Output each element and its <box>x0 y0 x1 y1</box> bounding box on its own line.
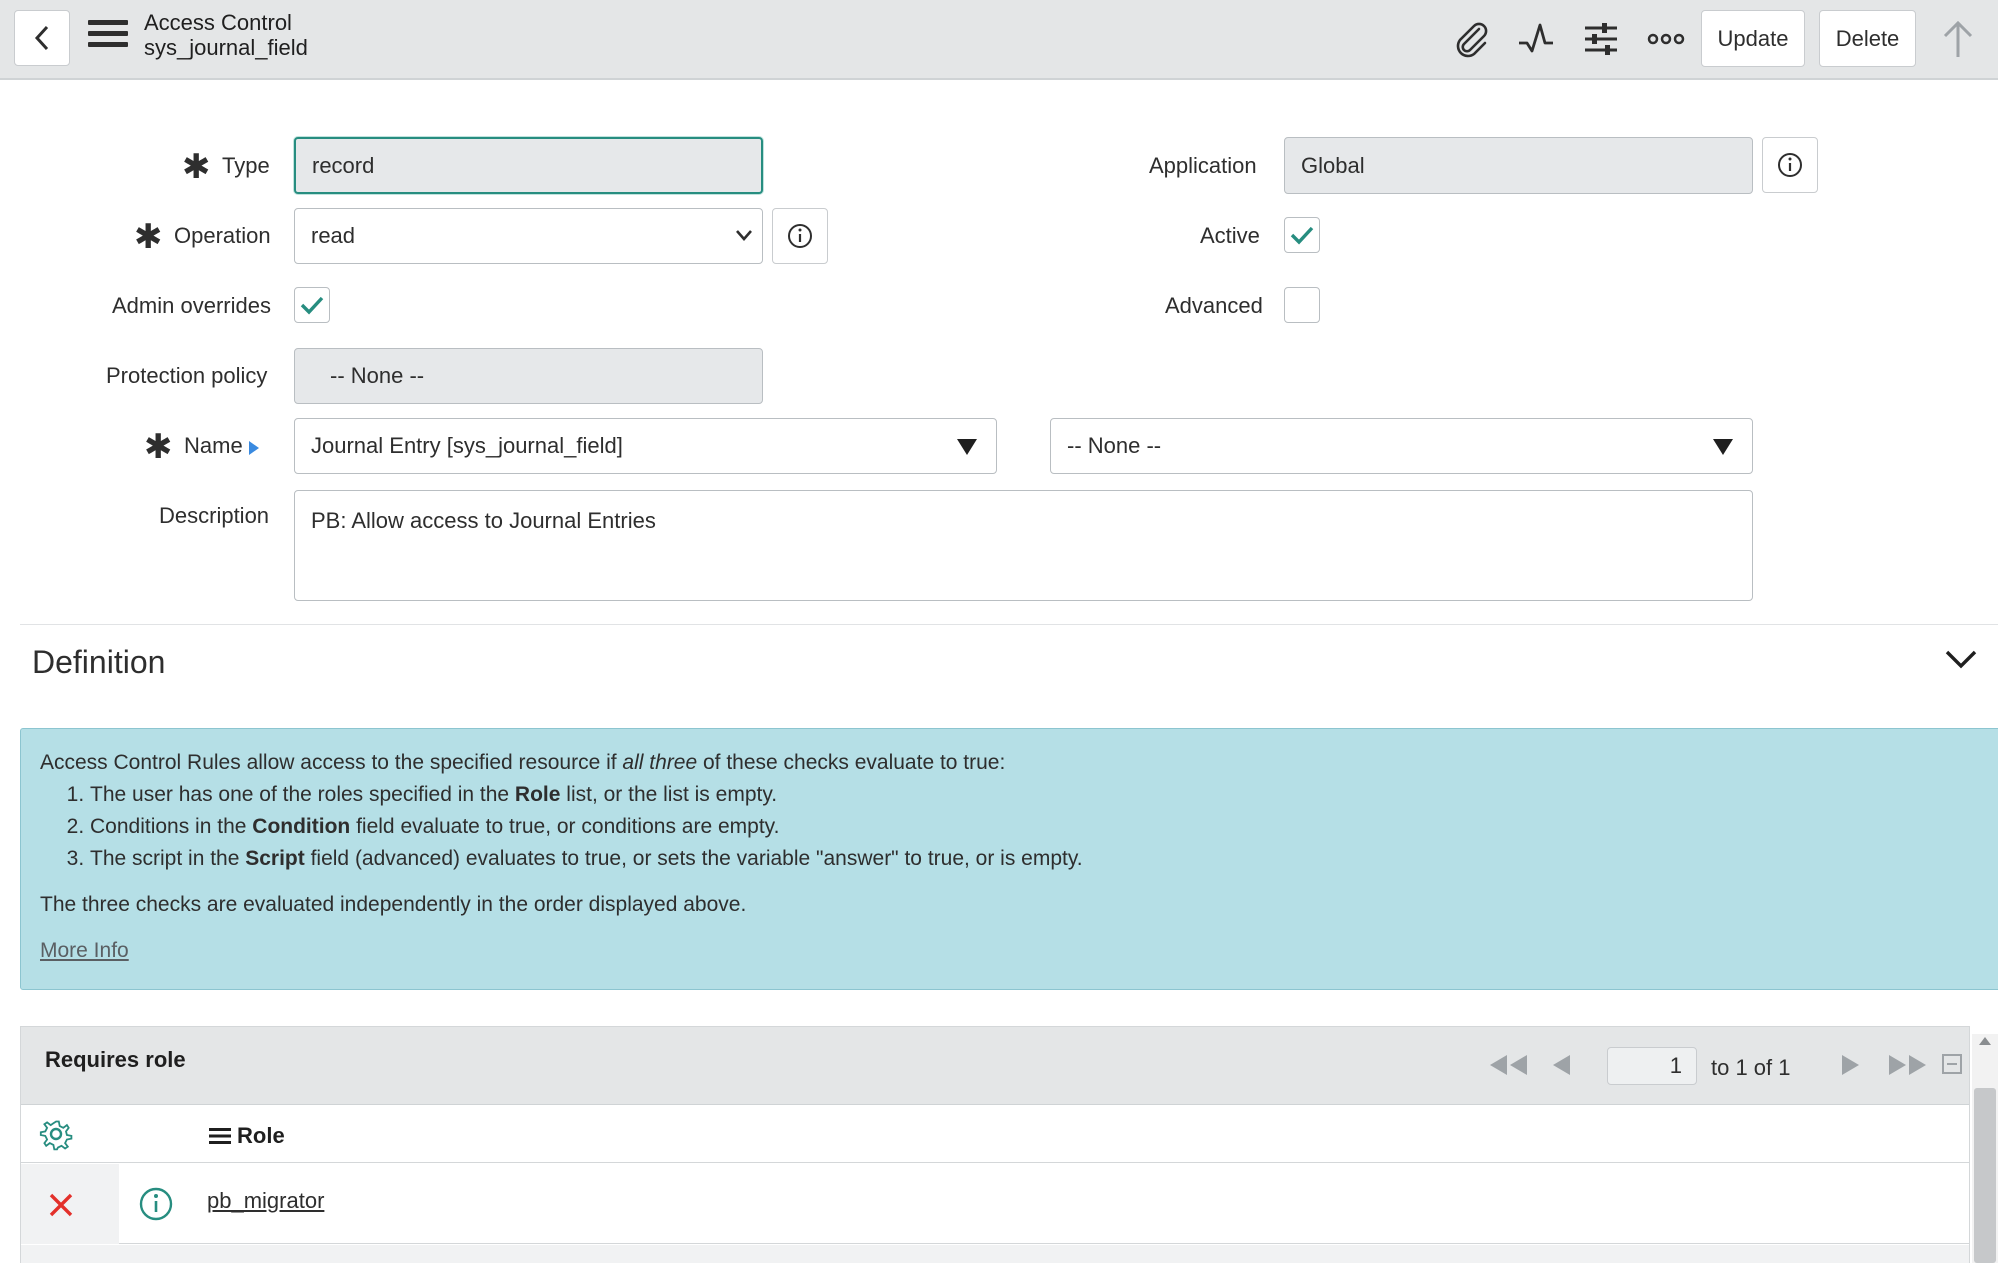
list-footer <box>21 1245 1969 1263</box>
definition-section-title: Definition <box>32 644 166 680</box>
required-indicator: ✱ <box>182 148 211 186</box>
application-label: Application <box>1149 153 1257 178</box>
checkmark-icon <box>300 296 324 315</box>
dropdown-arrow-icon <box>1713 439 1733 455</box>
protection-policy-field: -- None -- <box>294 348 763 404</box>
dropdown-arrow-icon <box>957 439 977 455</box>
admin-overrides-checkbox[interactable] <box>294 287 330 323</box>
more-info-link[interactable]: More Info <box>40 935 1990 967</box>
active-label: Active <box>1200 223 1260 248</box>
form-subtitle: sys_journal_field <box>144 35 308 60</box>
more-options-icon[interactable] <box>1643 16 1689 62</box>
operation-select[interactable]: read <box>294 208 763 264</box>
role-column-header[interactable]: Role <box>209 1123 285 1149</box>
first-page-icon[interactable] <box>1487 1053 1531 1077</box>
requires-role-list: Requires role 1 to 1 of 1 Role pb_migrat… <box>20 1026 1970 1263</box>
chevron-down-icon <box>736 230 752 241</box>
previous-page-icon[interactable] <box>1551 1053 1573 1077</box>
operation-label: Operation <box>174 223 271 248</box>
advanced-checkbox[interactable] <box>1284 287 1320 323</box>
advanced-label: Advanced <box>1165 293 1263 318</box>
help-checks-list: The user has one of the roles specified … <box>90 779 1990 875</box>
operation-info-button[interactable] <box>772 208 828 264</box>
acl-help-box: Access Control Rules allow access to the… <box>20 728 1998 990</box>
info-icon <box>1778 153 1802 177</box>
required-indicator: ✱ <box>144 428 173 466</box>
arrow-up-icon[interactable] <box>1935 16 1981 62</box>
activity-pulse-icon[interactable] <box>1513 16 1559 62</box>
last-page-icon[interactable] <box>1885 1053 1929 1077</box>
attachment-icon[interactable] <box>1448 16 1494 62</box>
application-field: Global <box>1284 137 1753 194</box>
role-link[interactable]: pb_migrator <box>207 1188 324 1214</box>
hamburger-menu-icon[interactable] <box>88 20 128 56</box>
name-table-value: Journal Entry [sys_journal_field] <box>311 433 623 458</box>
protection-policy-label: Protection policy <box>106 363 268 388</box>
chevron-left-icon <box>34 25 49 51</box>
description-textarea[interactable]: PB: Allow access to Journal Entries <box>294 490 1753 601</box>
row-info-icon[interactable] <box>138 1186 174 1227</box>
page-number-input[interactable]: 1 <box>1607 1047 1697 1085</box>
active-checkbox[interactable] <box>1284 217 1320 253</box>
chevron-down-icon[interactable] <box>1944 648 1978 670</box>
delete-button[interactable]: Delete <box>1819 10 1916 67</box>
gear-icon[interactable] <box>39 1117 73 1156</box>
form-title: Access Control <box>144 10 292 35</box>
form-header: Access Control sys_journal_field Update … <box>0 0 1998 80</box>
admin-overrides-label: Admin overrides <box>112 293 271 318</box>
next-page-icon[interactable] <box>1839 1053 1861 1077</box>
collapse-list-icon[interactable] <box>1941 1053 1963 1075</box>
application-info-button[interactable] <box>1762 137 1818 193</box>
section-divider <box>20 624 1998 625</box>
column-menu-icon[interactable] <box>209 1127 231 1145</box>
related-list-header: Requires role 1 to 1 of 1 <box>21 1027 1969 1105</box>
page-range-text: to 1 of 1 <box>1711 1055 1791 1080</box>
name-field-value: -- None -- <box>1067 433 1162 458</box>
help-check-item: Conditions in the Condition field evalua… <box>90 811 1990 843</box>
scroll-up-icon[interactable] <box>1978 1036 1992 1046</box>
operation-select-value: read <box>311 223 356 248</box>
back-button[interactable] <box>14 10 70 66</box>
description-label: Description <box>159 503 270 528</box>
role-column-label: Role <box>237 1123 285 1148</box>
info-icon <box>788 224 812 248</box>
scrollbar-thumb[interactable] <box>1974 1088 1996 1263</box>
list-column-header: Role <box>21 1105 1969 1163</box>
name-label: Name <box>184 433 243 458</box>
help-check-item: The user has one of the roles specified … <box>90 779 1990 811</box>
expand-arrow-icon[interactable] <box>248 440 260 456</box>
help-intro: Access Control Rules allow access to the… <box>40 751 1006 774</box>
name-field-select[interactable]: -- None -- <box>1050 418 1753 474</box>
required-indicator: ✱ <box>134 218 163 256</box>
help-note: The three checks are evaluated independe… <box>40 893 747 916</box>
settings-sliders-icon[interactable] <box>1578 16 1624 62</box>
help-check-item: The script in the Script field (advanced… <box>90 843 1990 875</box>
delete-row-icon[interactable] <box>48 1192 74 1223</box>
table-row: pb_migrator <box>21 1164 1969 1244</box>
type-input[interactable]: record <box>294 137 763 194</box>
type-label: Type <box>222 153 270 178</box>
name-table-select[interactable]: Journal Entry [sys_journal_field] <box>294 418 997 474</box>
checkmark-icon <box>1290 226 1314 245</box>
update-button[interactable]: Update <box>1701 10 1805 67</box>
related-list-title: Requires role <box>45 1047 186 1072</box>
